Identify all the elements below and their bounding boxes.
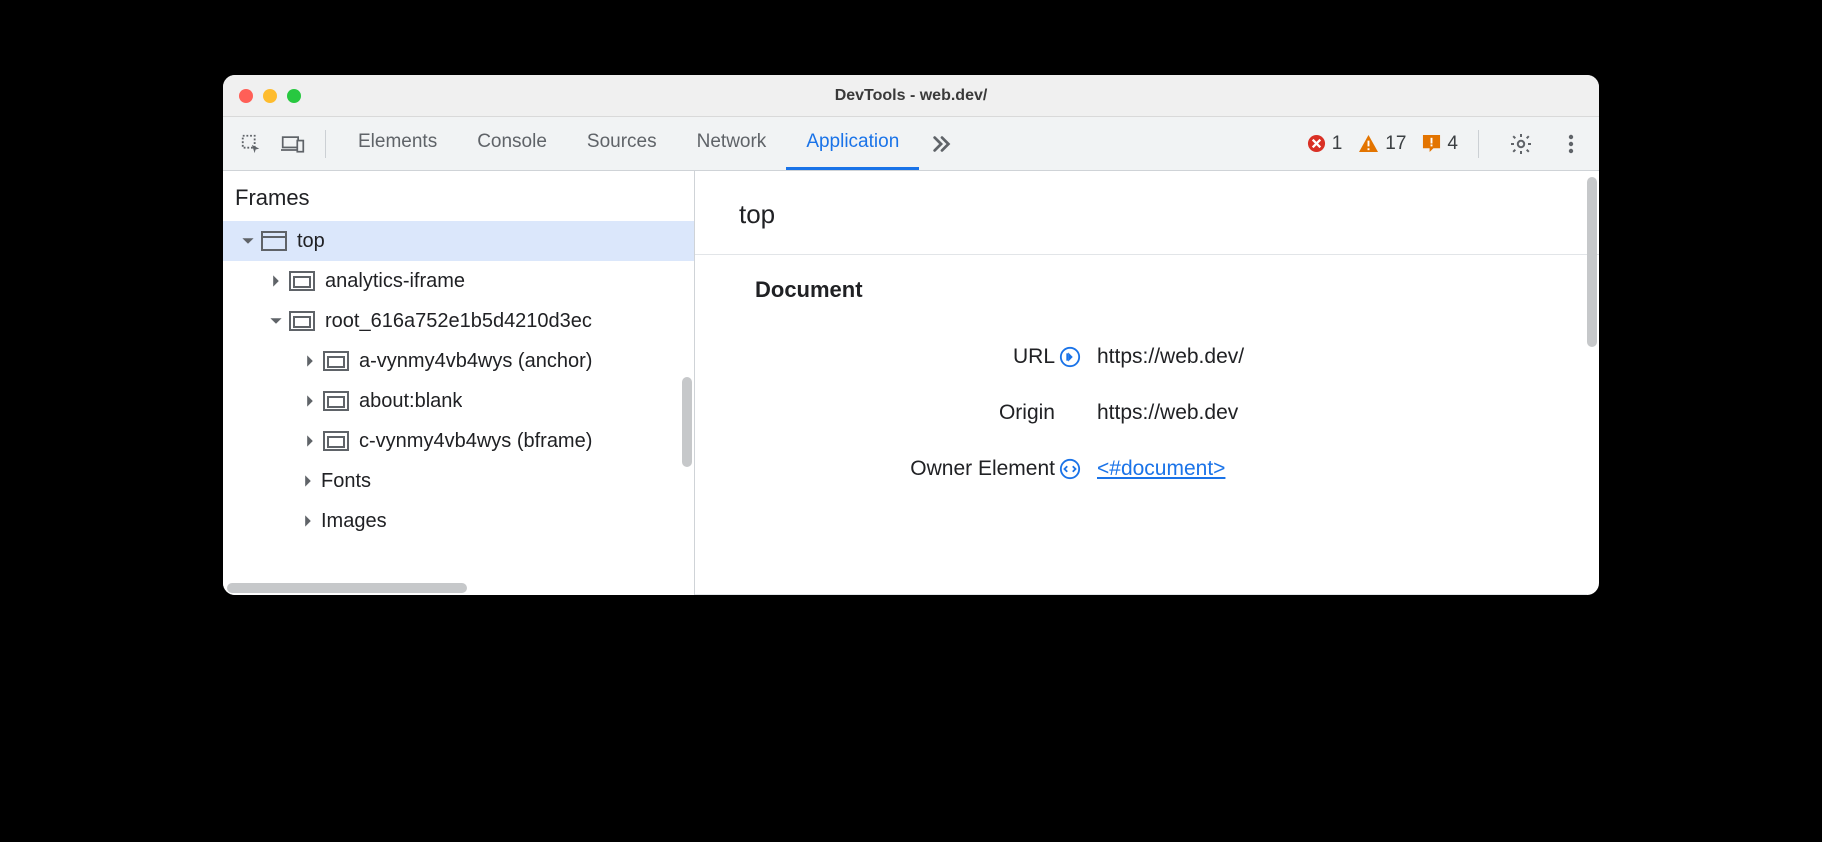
- document-section-heading: Document: [695, 255, 1599, 321]
- tab-network[interactable]: Network: [677, 117, 787, 170]
- tree-row[interactable]: a-vynmy4vb4wys (anchor): [223, 341, 694, 381]
- frame-details-panel: top Document URL https://web.dev/Origin ht…: [695, 171, 1599, 595]
- inspect-element-icon[interactable]: [237, 130, 265, 158]
- close-window-button[interactable]: [239, 89, 253, 103]
- sidebar-scrollbar-horizontal[interactable]: [227, 583, 467, 593]
- property-row: Owner Element <#document>: [695, 441, 1599, 497]
- window-controls: [223, 89, 301, 103]
- tree-row-label: a-vynmy4vb4wys (anchor): [359, 350, 592, 373]
- property-icon-cell: [1059, 458, 1093, 480]
- property-key: Owner Element: [695, 457, 1055, 481]
- separator: [1478, 130, 1479, 158]
- devtools-window: DevTools - web.dev/ Elements Console Sou…: [223, 75, 1599, 595]
- iframe-icon: [289, 311, 315, 331]
- window-title: DevTools - web.dev/: [223, 87, 1599, 105]
- iframe-icon: [323, 431, 349, 451]
- iframe-icon: [289, 271, 315, 291]
- tree-row-label: root_616a752e1b5d4210d3ec: [325, 310, 592, 333]
- errors-count: 1: [1332, 133, 1343, 155]
- chevron-down-icon[interactable]: [241, 234, 255, 248]
- tab-sources[interactable]: Sources: [567, 117, 677, 170]
- code-icon[interactable]: [1059, 458, 1081, 480]
- errors-counter[interactable]: 1: [1307, 133, 1343, 155]
- tree-row-label: Fonts: [321, 470, 371, 493]
- property-row: Origin https://web.dev: [695, 385, 1599, 441]
- tree-row[interactable]: top: [223, 221, 694, 261]
- more-tabs-button[interactable]: [919, 133, 965, 155]
- property-key: URL: [695, 345, 1055, 369]
- chevron-right-icon[interactable]: [301, 474, 315, 488]
- issues-count: 4: [1447, 133, 1458, 155]
- issues-counter[interactable]: 4: [1422, 133, 1458, 155]
- section-divider: [695, 594, 1587, 595]
- device-toolbar-icon[interactable]: [279, 130, 307, 158]
- tab-console[interactable]: Console: [457, 117, 567, 170]
- panel-tabs: Elements Console Sources Network Applica…: [338, 117, 919, 170]
- separator: [325, 130, 326, 158]
- tree-row-label: Images: [321, 510, 387, 533]
- property-row: URL https://web.dev/: [695, 329, 1599, 385]
- tree-row[interactable]: root_616a752e1b5d4210d3ec: [223, 301, 694, 341]
- chevron-right-icon[interactable]: [303, 394, 317, 408]
- chevron-right-icon[interactable]: [303, 354, 317, 368]
- status-counters: 1 17 4: [1307, 130, 1585, 158]
- document-properties: URL https://web.dev/Origin https://web.dev…: [695, 321, 1599, 497]
- tree-row-label: analytics-iframe: [325, 270, 465, 293]
- issue-icon: [1422, 134, 1441, 153]
- warnings-counter[interactable]: 17: [1358, 133, 1406, 155]
- tree-row[interactable]: c-vynmy4vb4wys (bframe): [223, 421, 694, 461]
- chevron-right-icon[interactable]: [301, 514, 315, 528]
- chevron-down-icon[interactable]: [269, 314, 283, 328]
- devtools-toolbar: Elements Console Sources Network Applica…: [223, 117, 1599, 171]
- chevron-right-icon[interactable]: [303, 434, 317, 448]
- property-icon-cell: [1059, 346, 1093, 368]
- property-value: https://web.dev/: [1097, 345, 1599, 369]
- reveal-icon[interactable]: [1059, 346, 1081, 368]
- tab-elements[interactable]: Elements: [338, 117, 457, 170]
- warning-icon: [1358, 134, 1379, 153]
- titlebar: DevTools - web.dev/: [223, 75, 1599, 117]
- frame-title: top: [695, 171, 1599, 255]
- iframe-icon: [323, 391, 349, 411]
- property-key: Origin: [695, 401, 1055, 425]
- frames-sidebar: Frames topanalytics-iframe root_616a752e1…: [223, 171, 695, 595]
- property-value: https://web.dev: [1097, 401, 1599, 425]
- tab-application[interactable]: Application: [786, 117, 919, 170]
- warnings-count: 17: [1385, 133, 1406, 155]
- tree-row-label: c-vynmy4vb4wys (bframe): [359, 430, 592, 453]
- tree-row[interactable]: analytics-iframe: [223, 261, 694, 301]
- property-value[interactable]: <#document>: [1097, 457, 1599, 481]
- window-icon: [261, 231, 287, 251]
- tree-row-label: top: [297, 230, 325, 253]
- tree-row[interactable]: about:blank: [223, 381, 694, 421]
- content-area: Frames topanalytics-iframeroot_616a752e1…: [223, 171, 1599, 595]
- frames-tree: topanalytics-iframe root_616a752e1b5d4210…: [223, 221, 694, 541]
- more-menu-icon[interactable]: [1557, 130, 1585, 158]
- minimize-window-button[interactable]: [263, 89, 277, 103]
- main-scrollbar-vertical[interactable]: [1587, 177, 1597, 347]
- settings-icon[interactable]: [1507, 130, 1535, 158]
- sidebar-title: Frames: [223, 171, 694, 221]
- sidebar-scrollbar-vertical[interactable]: [682, 377, 692, 467]
- tree-row-label: about:blank: [359, 390, 462, 413]
- iframe-icon: [323, 351, 349, 371]
- error-icon: [1307, 134, 1326, 153]
- tree-row[interactable]: Fonts: [223, 461, 694, 501]
- chevron-right-icon[interactable]: [269, 274, 283, 288]
- zoom-window-button[interactable]: [287, 89, 301, 103]
- tree-row[interactable]: Images: [223, 501, 694, 541]
